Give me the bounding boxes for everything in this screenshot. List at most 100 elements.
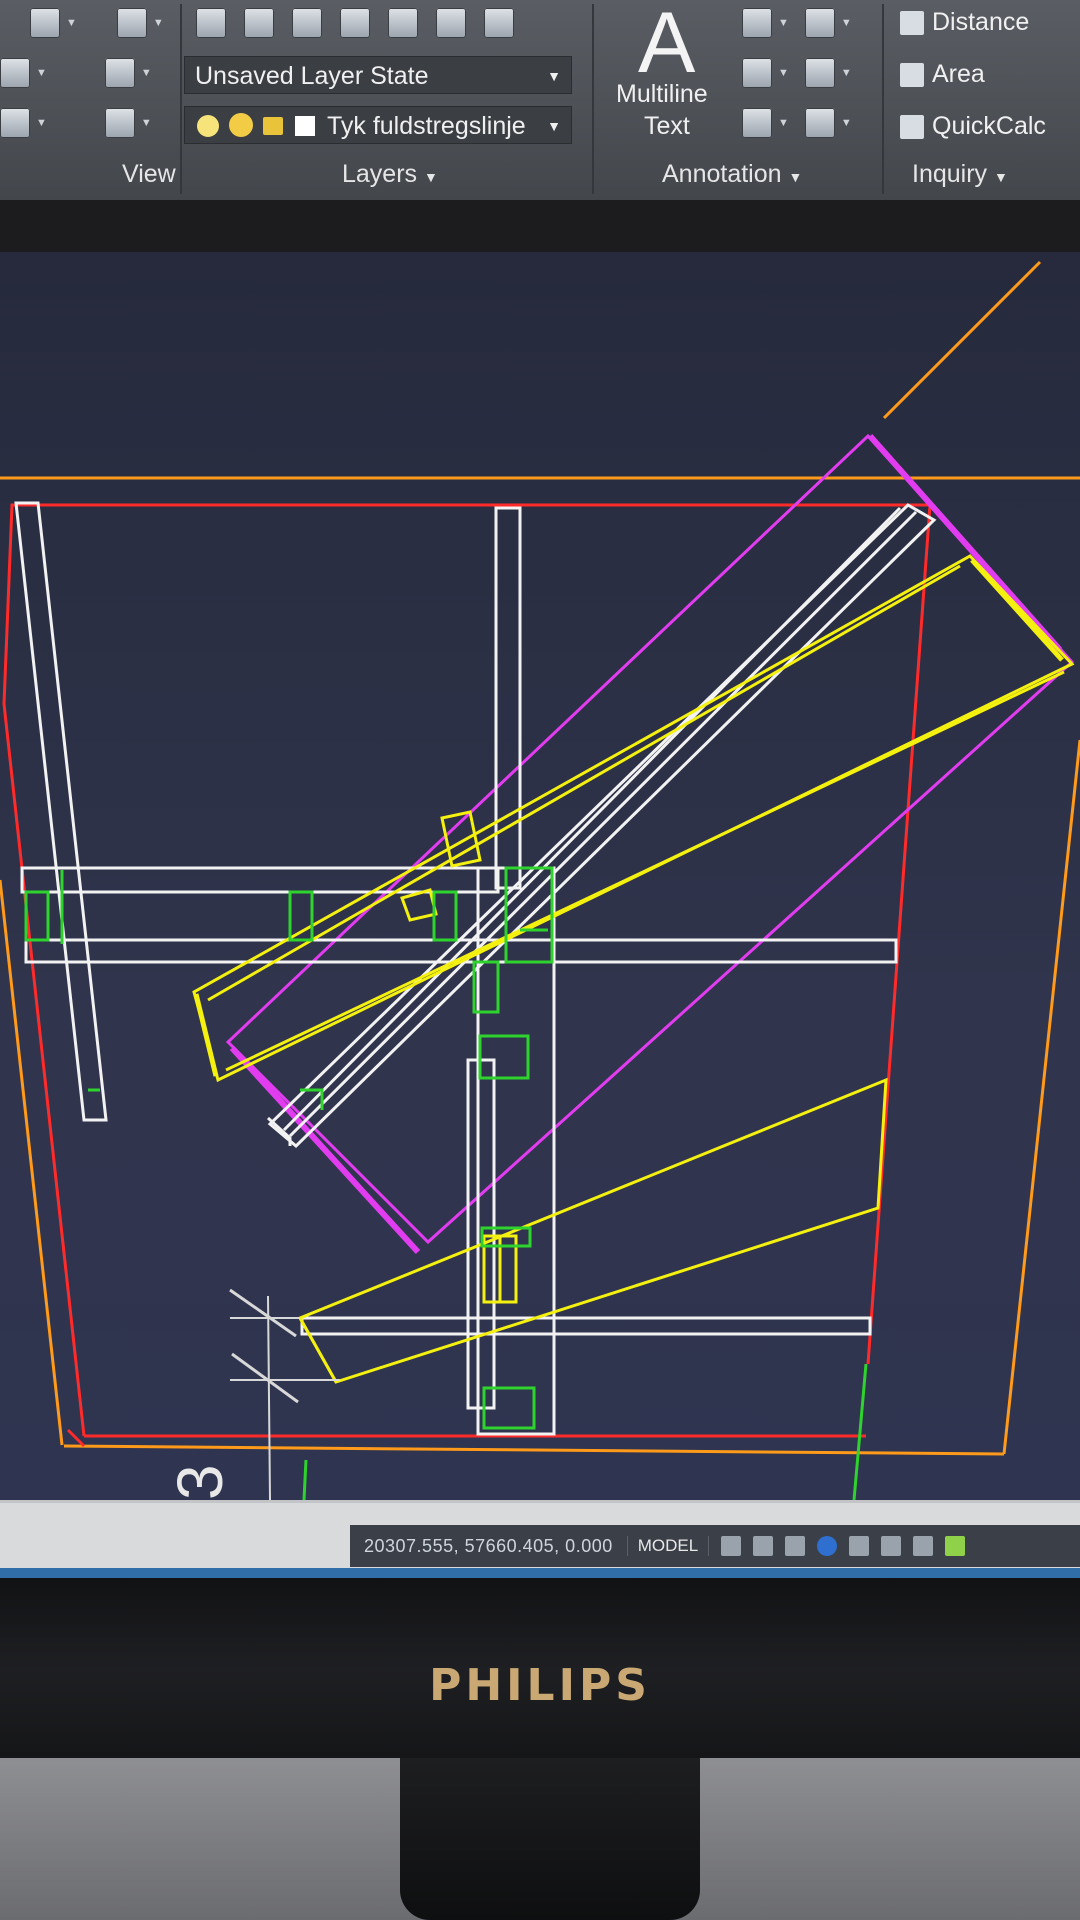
- chevron-down-icon[interactable]: ▼: [994, 169, 1008, 185]
- yellow-rafter-line: [225, 670, 1065, 1072]
- chevron-down-icon[interactable]: ▼: [778, 67, 789, 79]
- table-icon[interactable]: [804, 8, 835, 38]
- dimension-marks: [229, 1288, 340, 1500]
- drawing-canvas[interactable]: 3: [0, 252, 1080, 1500]
- distance-tool[interactable]: Distance: [900, 8, 1029, 37]
- ruler-icon: [900, 10, 924, 35]
- layer-dropdown[interactable]: Tyk fuldstregslinje ▼: [184, 106, 572, 144]
- chevron-down-icon[interactable]: ▼: [841, 117, 852, 129]
- quickcalc-tool[interactable]: QuickCalc: [900, 112, 1046, 141]
- coordinates-readout: 20307.555, 57660.405, 0.000: [364, 1535, 613, 1556]
- leader-icon[interactable]: [742, 58, 772, 88]
- white-rafter-line: [288, 510, 918, 1138]
- monitor-bezel: PHILIPS: [0, 1578, 1080, 1758]
- magenta-edge: [867, 434, 1063, 652]
- chevron-down-icon[interactable]: ▼: [841, 67, 852, 79]
- chevron-down-icon[interactable]: ▼: [66, 17, 77, 29]
- chevron-down-icon[interactable]: ▼: [141, 67, 152, 79]
- panel-title-annotation[interactable]: Annotation ▼: [662, 160, 802, 189]
- chevron-down-icon[interactable]: ▼: [789, 169, 803, 185]
- layer-state-dropdown[interactable]: Unsaved Layer State ▼: [184, 56, 572, 94]
- layer-freeze-icon[interactable]: [340, 8, 370, 38]
- annotation-tools-row-3: ▼ ▼: [742, 108, 862, 138]
- multiline-text-label-1[interactable]: Multiline: [616, 80, 708, 109]
- distance-label: Distance: [932, 8, 1030, 36]
- magenta-outline: [225, 433, 1075, 1245]
- view-tools-row-1: ▼ ▼: [0, 8, 174, 38]
- panel-title-layers[interactable]: Layers ▼: [342, 160, 438, 189]
- osnap-icon[interactable]: [849, 1536, 870, 1556]
- isodraft-icon[interactable]: [881, 1536, 902, 1556]
- panel-title-layers-label: Layers: [342, 160, 418, 188]
- layer-lock-icon[interactable]: [388, 8, 418, 38]
- snap-icon[interactable]: [753, 1536, 774, 1556]
- polar-icon[interactable]: [817, 1536, 838, 1556]
- layer-properties-icon[interactable]: [196, 8, 226, 38]
- cad-drawing[interactable]: 3: [0, 252, 1080, 1500]
- grid-icon[interactable]: [721, 1536, 742, 1556]
- color-swatch-icon: [295, 116, 315, 136]
- green-line: [302, 1459, 308, 1500]
- yellow-block: [400, 888, 438, 922]
- table-insert-icon[interactable]: [804, 108, 835, 138]
- calculator-icon: [900, 114, 924, 139]
- layer-state-value: Unsaved Layer State: [195, 62, 429, 90]
- ortho-icon[interactable]: [785, 1536, 806, 1556]
- text-style-icon[interactable]: [742, 108, 772, 138]
- layer-match-icon[interactable]: [436, 8, 466, 38]
- chevron-down-icon[interactable]: ▼: [778, 117, 789, 129]
- monitor-brand-logo: PHILIPS: [429, 1660, 651, 1711]
- chevron-down-icon[interactable]: ▼: [153, 17, 164, 29]
- dimension-icon[interactable]: [742, 8, 772, 38]
- multiline-text-label-2[interactable]: Text: [644, 112, 690, 141]
- white-column: [476, 866, 556, 1436]
- layer-isolate-icon[interactable]: [244, 8, 274, 38]
- area-tool[interactable]: Area: [900, 60, 985, 89]
- lineweight-icon[interactable]: [913, 1536, 934, 1556]
- multileader-icon[interactable]: [804, 58, 835, 88]
- yellow-rafter: [192, 554, 1075, 1083]
- green-line: [852, 1363, 868, 1500]
- view-cube-icon[interactable]: [116, 8, 147, 38]
- chevron-down-icon[interactable]: ▼: [36, 117, 47, 129]
- panel-separator: [180, 4, 182, 194]
- panel-title-view[interactable]: View: [122, 160, 176, 189]
- orange-line: [882, 260, 1042, 420]
- block-icon[interactable]: [30, 8, 60, 38]
- chevron-down-icon[interactable]: ▼: [778, 17, 789, 29]
- layer-walk-icon[interactable]: [484, 8, 514, 38]
- edit-block-icon[interactable]: [0, 108, 30, 138]
- chevron-down-icon[interactable]: ▼: [141, 117, 152, 129]
- white-rafter-line: [282, 506, 902, 1132]
- chevron-down-icon[interactable]: ▼: [36, 67, 47, 79]
- panel-separator: [592, 4, 594, 194]
- annotation-tools-row-1: ▼ ▼: [742, 8, 862, 38]
- named-views-icon[interactable]: [104, 108, 135, 138]
- ribbon: ▼ ▼ ▼ ▼ ▼ ▼ View Unsaved Layer State ▼ T…: [0, 0, 1080, 200]
- layer-off-icon[interactable]: [292, 8, 322, 38]
- panel-separator: [882, 4, 884, 194]
- insert-icon[interactable]: [0, 58, 30, 88]
- model-space-button[interactable]: MODEL: [626, 1536, 710, 1556]
- selection-cycling-icon[interactable]: [945, 1536, 966, 1556]
- dimension-tick: [229, 1288, 297, 1338]
- chevron-down-icon[interactable]: ▼: [547, 57, 561, 95]
- taskbar-strip: [0, 1568, 1080, 1578]
- green-stud: [478, 1034, 530, 1080]
- panel-title-inquiry[interactable]: Inquiry ▼: [912, 160, 1008, 189]
- chevron-down-icon[interactable]: ▼: [841, 17, 852, 29]
- white-post: [14, 501, 108, 1122]
- view-tools-row-2: ▼ ▼: [0, 58, 162, 88]
- chevron-down-icon[interactable]: ▼: [424, 169, 438, 185]
- unlock-icon[interactable]: [263, 117, 283, 135]
- viewport-icon[interactable]: [104, 58, 135, 88]
- sun-icon[interactable]: [229, 113, 253, 137]
- lightbulb-icon[interactable]: [197, 115, 219, 137]
- dimension-line: [267, 1295, 271, 1500]
- chevron-down-icon[interactable]: ▼: [547, 107, 561, 145]
- drawing-number-text: 3: [164, 1464, 236, 1500]
- yellow-hatch: [970, 558, 1064, 662]
- monitor-stand-area: [0, 1758, 1080, 1920]
- view-tools-row-3: ▼ ▼: [0, 108, 162, 138]
- multiline-text-icon[interactable]: A: [638, 0, 695, 86]
